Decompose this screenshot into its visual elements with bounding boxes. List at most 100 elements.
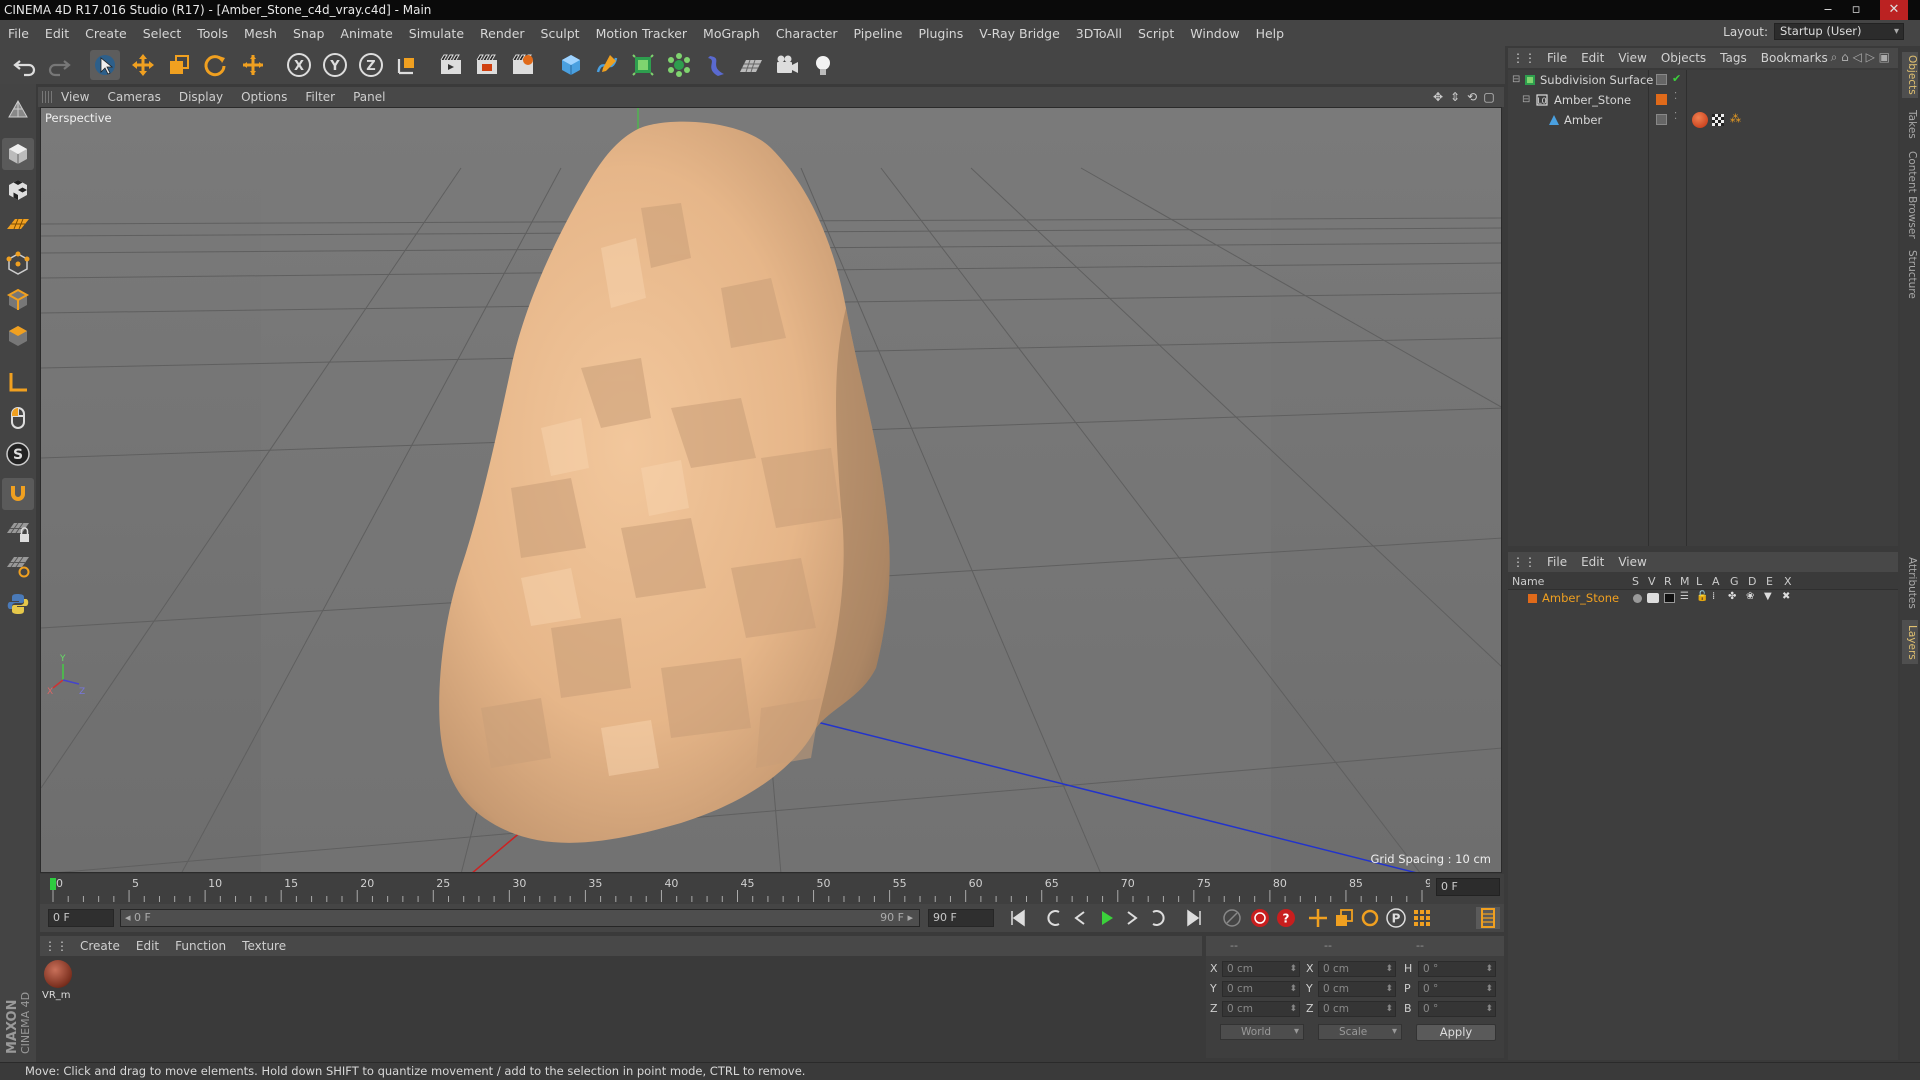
col-locked[interactable]: L bbox=[1696, 575, 1702, 588]
panel-grip[interactable]: ⋮⋮ bbox=[1508, 555, 1540, 569]
rotate-tool-icon[interactable] bbox=[200, 50, 230, 80]
go-to-end-icon[interactable] bbox=[1182, 907, 1206, 929]
apply-button[interactable]: Apply bbox=[1416, 1024, 1496, 1041]
next-frame-icon[interactable] bbox=[1120, 907, 1144, 929]
manager-icon[interactable]: ☰ bbox=[1680, 591, 1689, 602]
col-view[interactable]: V bbox=[1648, 575, 1656, 588]
timeline-layout-icon[interactable] bbox=[1476, 907, 1500, 929]
menu-edit[interactable]: Edit bbox=[37, 26, 77, 41]
menu-mesh[interactable]: Mesh bbox=[236, 26, 285, 41]
object-row[interactable]: Amber ⁚ ⁂ bbox=[1508, 110, 1898, 130]
view-icon[interactable] bbox=[1647, 593, 1659, 603]
generators-icon[interactable]: ✤ bbox=[1728, 591, 1736, 602]
render-view-icon[interactable] bbox=[436, 50, 466, 80]
polygons-mode-icon[interactable] bbox=[2, 320, 34, 352]
material-tag-icon[interactable] bbox=[1692, 112, 1708, 128]
enabled-check-icon[interactable]: ✔ bbox=[1672, 72, 1681, 85]
tab-layers[interactable]: Layers bbox=[1902, 620, 1918, 664]
solo-icon[interactable] bbox=[1633, 594, 1642, 603]
layer-color-icon[interactable] bbox=[1656, 94, 1667, 105]
object-menu-file[interactable]: File bbox=[1540, 51, 1574, 65]
rot-b-field[interactable]: 0 ° bbox=[1418, 1001, 1496, 1017]
key-rotation-icon[interactable] bbox=[1358, 907, 1382, 929]
redo-icon[interactable] bbox=[44, 50, 74, 80]
menu-character[interactable]: Character bbox=[768, 26, 846, 41]
menu-create[interactable]: Create bbox=[77, 26, 135, 41]
render-to-picture-viewer-icon[interactable] bbox=[472, 50, 502, 80]
key-parameter-icon[interactable]: P bbox=[1384, 907, 1408, 929]
panel-grip[interactable]: ⋮⋮ bbox=[1508, 51, 1540, 65]
snapping-icon[interactable]: S bbox=[2, 438, 34, 470]
cube-primitive-icon[interactable] bbox=[556, 50, 586, 80]
panel-grip[interactable] bbox=[42, 91, 52, 103]
go-to-start-icon[interactable] bbox=[1006, 907, 1030, 929]
viewport-menu-cameras[interactable]: Cameras bbox=[98, 90, 169, 104]
size-z-field[interactable]: 0 cm bbox=[1318, 1001, 1396, 1017]
texture-tag-icon[interactable] bbox=[1712, 114, 1724, 126]
pos-z-field[interactable]: 0 cm bbox=[1222, 1001, 1300, 1017]
col-name[interactable]: Name bbox=[1512, 575, 1544, 588]
layer-row[interactable]: Amber_Stone ☰ 🔓 ⁞ ✤ ❀ ▼ ✖ bbox=[1508, 590, 1898, 608]
toggle-view-icon[interactable]: ▢ bbox=[1482, 90, 1496, 104]
viewport-menu-display[interactable]: Display bbox=[170, 90, 232, 104]
undo-icon[interactable] bbox=[10, 50, 40, 80]
move-tool-icon[interactable] bbox=[128, 50, 158, 80]
material-item[interactable]: VR_m bbox=[40, 956, 76, 1006]
col-expressions[interactable]: E bbox=[1766, 575, 1773, 588]
xref-icon[interactable]: ✖ bbox=[1782, 591, 1790, 602]
layer-menu-edit[interactable]: Edit bbox=[1574, 555, 1611, 569]
viewport-menu-filter[interactable]: Filter bbox=[296, 90, 344, 104]
magnet-icon[interactable] bbox=[2, 478, 34, 510]
material-menu-texture[interactable]: Texture bbox=[234, 939, 294, 953]
object-search-icon[interactable]: ⌕ ⌂ ◁ ▷ ▣ bbox=[1831, 50, 1890, 65]
material-menu-function[interactable]: Function bbox=[167, 939, 234, 953]
menu-plugins[interactable]: Plugins bbox=[910, 26, 971, 41]
menu-file[interactable]: File bbox=[0, 26, 37, 41]
preview-range-slider[interactable]: ◂ 0 F 90 F ▸ bbox=[120, 909, 920, 927]
layer-menu-view[interactable]: View bbox=[1611, 555, 1653, 569]
animation-icon[interactable]: ⁞ bbox=[1712, 591, 1715, 602]
object-menu-objects[interactable]: Objects bbox=[1654, 51, 1713, 65]
col-generators[interactable]: G bbox=[1730, 575, 1739, 588]
previous-key-icon[interactable] bbox=[1042, 907, 1066, 929]
points-mode-icon[interactable] bbox=[2, 248, 34, 280]
model-mode-icon[interactable] bbox=[2, 138, 34, 170]
menu-tools[interactable]: Tools bbox=[189, 26, 236, 41]
subdivision-generator-icon[interactable] bbox=[628, 50, 658, 80]
expand-toggle-icon[interactable]: ⊟ bbox=[1522, 94, 1530, 105]
next-key-icon[interactable] bbox=[1146, 907, 1170, 929]
pos-x-field[interactable]: 0 cm bbox=[1222, 961, 1300, 977]
motion-record-icon[interactable] bbox=[1220, 907, 1244, 929]
orbit-icon[interactable]: ⟲ bbox=[1465, 90, 1479, 104]
layer-swatch-icon[interactable] bbox=[1656, 114, 1667, 125]
visibility-dots-icon[interactable]: ⁚ bbox=[1674, 111, 1677, 122]
col-animation[interactable]: A bbox=[1712, 575, 1720, 588]
timeline-ruler[interactable]: 0 5 10 15 20 25 30 35 40 45 50 55 60 65 70 75 80 85 90 bbox=[40, 874, 1504, 904]
col-solo[interactable]: S bbox=[1632, 575, 1639, 588]
menu-help[interactable]: Help bbox=[1248, 26, 1293, 41]
autokey-icon[interactable]: ? bbox=[1274, 907, 1298, 929]
col-render[interactable]: R bbox=[1664, 575, 1672, 588]
grid-lock-icon[interactable] bbox=[2, 516, 34, 548]
previous-frame-icon[interactable] bbox=[1068, 907, 1092, 929]
menu-select[interactable]: Select bbox=[135, 26, 190, 41]
material-menu-create[interactable]: Create bbox=[72, 939, 128, 953]
menu-sculpt[interactable]: Sculpt bbox=[533, 26, 588, 41]
col-manager[interactable]: M bbox=[1680, 575, 1690, 588]
viewport-menu-options[interactable]: Options bbox=[232, 90, 296, 104]
viewport-menu-panel[interactable]: Panel bbox=[344, 90, 394, 104]
texture-mode-icon[interactable] bbox=[2, 174, 34, 206]
col-xref[interactable]: X bbox=[1784, 575, 1792, 588]
zoom-icon[interactable]: ⇕ bbox=[1448, 90, 1462, 104]
pos-y-field[interactable]: 0 cm bbox=[1222, 981, 1300, 997]
rot-h-field[interactable]: 0 ° bbox=[1418, 961, 1496, 977]
render-icon[interactable] bbox=[1664, 593, 1675, 603]
menu-vray-bridge[interactable]: V-Ray Bridge bbox=[971, 26, 1068, 41]
maximize-button[interactable]: ▫ bbox=[1842, 0, 1870, 20]
current-frame-field[interactable]: 0 F bbox=[1436, 878, 1500, 896]
layer-color-icon[interactable] bbox=[1528, 594, 1537, 603]
recent-tools-icon[interactable] bbox=[238, 50, 268, 80]
minimize-button[interactable]: ‒ bbox=[1814, 0, 1842, 20]
panel-grip[interactable]: ⋮⋮ bbox=[40, 939, 72, 953]
x-axis-lock-icon[interactable]: X bbox=[284, 50, 314, 80]
